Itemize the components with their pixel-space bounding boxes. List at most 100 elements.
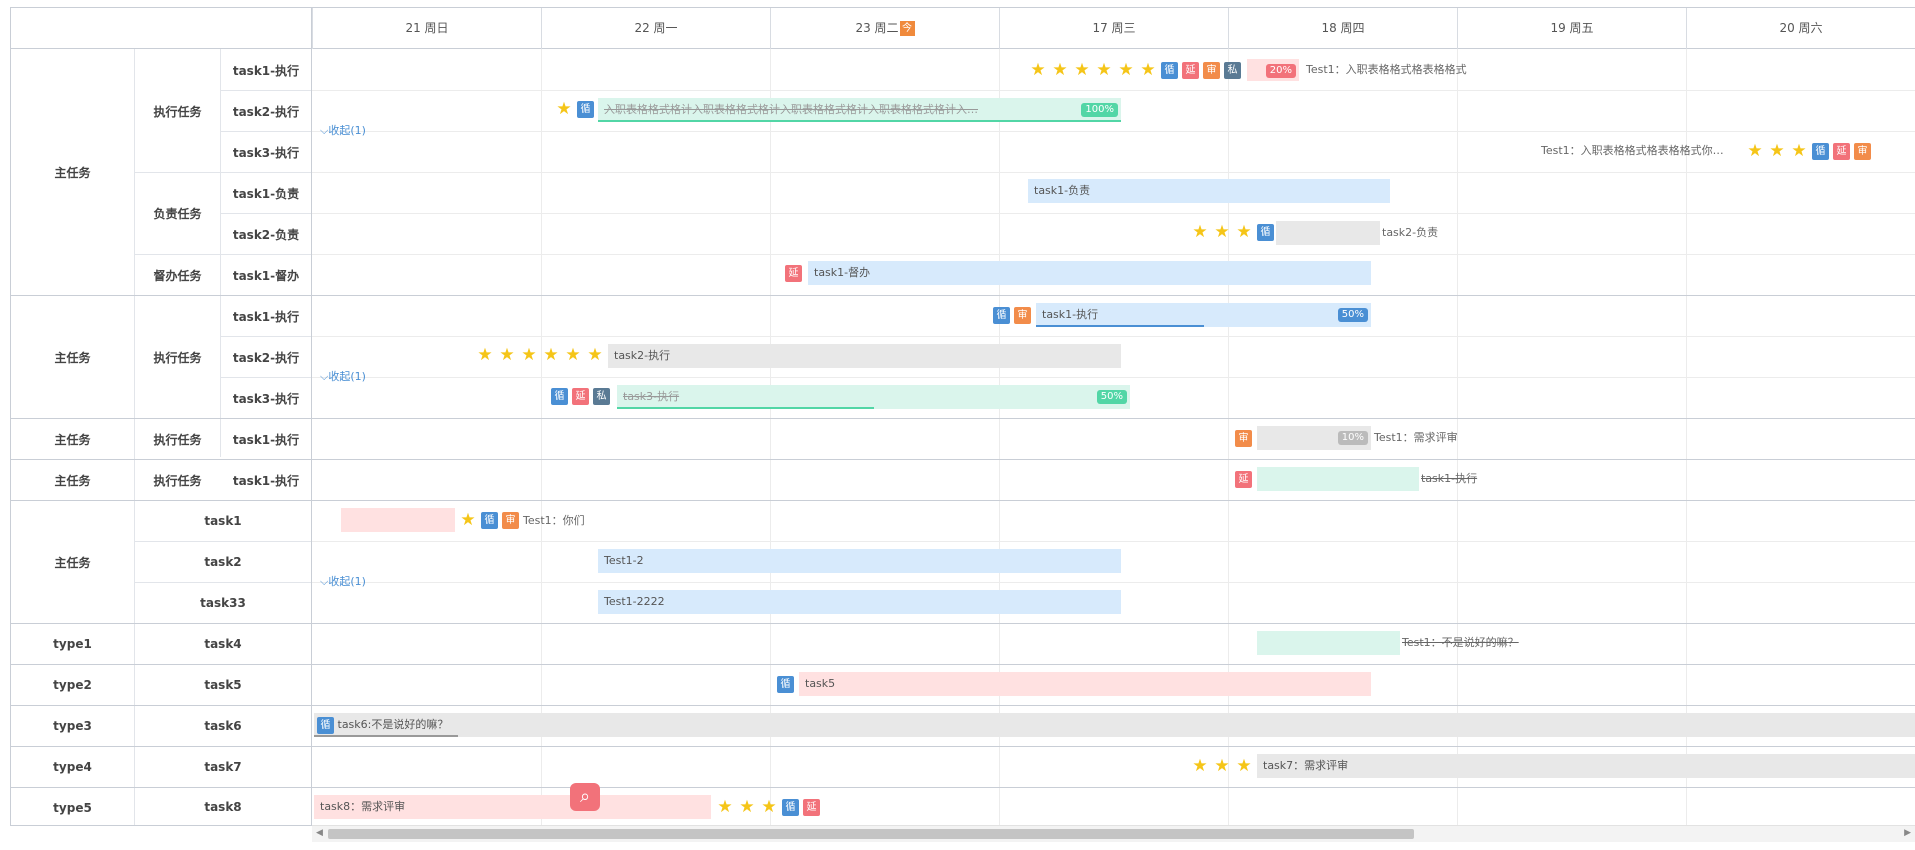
star-icon: ★: [1052, 60, 1068, 80]
task-tags: ★ ★ ★ 循延: [716, 797, 820, 817]
task-title: task2-执行: [614, 349, 671, 362]
task-label: Test1：入职表格格式格表格格式你…: [1541, 144, 1724, 157]
day-header-today: 23 周二今: [770, 8, 999, 49]
group-label: 主任务: [11, 296, 134, 418]
badge-review: 审: [502, 511, 519, 529]
task-label: task3-执行: [221, 132, 311, 172]
day-label: 23 周二: [855, 21, 899, 35]
task-label: task7: [135, 747, 311, 787]
task-title: 入职表格格式格计入职表格格式格计入职表格格式格计入职表格格式格计入…: [604, 103, 978, 116]
task-title: task5: [805, 677, 836, 690]
task-bar[interactable]: task7：需求评审: [1257, 754, 1915, 778]
task-label: task5: [135, 665, 311, 705]
task-bar[interactable]: task3-执行 50%: [617, 385, 1130, 409]
task-bar[interactable]: [1257, 467, 1419, 491]
badge-delayed: 延: [1235, 470, 1252, 488]
group-line: [10, 418, 1915, 419]
task-label: task2-执行: [221, 91, 311, 131]
row-line: [312, 254, 1915, 255]
task-bar[interactable]: task1-负责: [1028, 179, 1390, 203]
task-bar[interactable]: Test1-2: [598, 549, 1121, 573]
task-label: task3-执行: [221, 378, 311, 418]
star-icon: ★: [460, 510, 476, 530]
group-line: [10, 295, 1915, 296]
star-icon: ★: [1214, 756, 1230, 776]
task-title: task1-督办: [814, 266, 871, 279]
badge-recurring: 循: [577, 100, 594, 118]
collapse-label: 收起(1): [328, 124, 366, 137]
type-label: type4: [11, 747, 134, 787]
day-header: 21 周日: [312, 8, 541, 49]
task-label: task4: [135, 624, 311, 664]
task-bar[interactable]: 20%: [1247, 59, 1299, 81]
task-bar[interactable]: task1-督办: [808, 261, 1371, 285]
star-icon: ★: [543, 345, 559, 365]
day-header: 18 周四: [1228, 8, 1457, 49]
progress-percent: 50%: [1337, 308, 1368, 322]
collapse-toggle[interactable]: ⌵收起(1): [320, 124, 366, 138]
grid-line: [1686, 49, 1687, 825]
task-title: task8：需求评审: [320, 800, 406, 813]
row-line: [221, 377, 311, 378]
grid-line: [541, 49, 542, 825]
task-bar[interactable]: 入职表格格式格计入职表格格式格计入职表格格式格计入职表格格式格计入… 100%: [598, 98, 1121, 122]
star-icon: ★: [565, 345, 581, 365]
subgroup-label: 负责任务: [135, 173, 220, 254]
scroll-thumb[interactable]: [328, 829, 1414, 839]
task-title: task1-负责: [1034, 184, 1091, 197]
task-label: task1-督办: [221, 255, 311, 295]
task-label: task1: [135, 501, 311, 541]
task-label: task2-负责: [221, 214, 311, 254]
task-tags: 循审: [993, 305, 1031, 325]
gantt-chart: 21 周日 22 周一 23 周二今 17 周三 18 周四 19 周五 20 …: [10, 7, 1915, 847]
task-title: task1-执行: [1042, 308, 1099, 321]
task-label: task6: [135, 706, 311, 746]
task-label: Test1：需求评审: [1374, 431, 1458, 444]
task-bar[interactable]: task8：需求评审: [314, 795, 711, 819]
group-line: [10, 459, 1915, 460]
task-bar[interactable]: 循 task6:不是说好的嘛？: [314, 713, 1915, 737]
group-label: 主任务: [11, 419, 134, 459]
task-tags: 延: [1235, 469, 1252, 489]
badge-private: 私: [593, 387, 610, 405]
table-border: [311, 49, 312, 825]
task-bar[interactable]: Test1-2222: [598, 590, 1121, 614]
scroll-left-icon[interactable]: ◀: [316, 828, 323, 838]
badge-recurring: 循: [993, 306, 1010, 324]
horizontal-scrollbar[interactable]: ◀ ▶: [312, 825, 1915, 842]
group-line: [10, 664, 1915, 665]
row-line: [312, 172, 1915, 173]
badge-recurring: 循: [782, 798, 799, 816]
task-title: Test1-2222: [604, 595, 665, 608]
badge-delayed: 延: [785, 264, 802, 282]
collapse-toggle[interactable]: ⌵收起(1): [320, 370, 366, 384]
row-line: [221, 90, 311, 91]
task-tags: ★ ★ ★: [1191, 756, 1253, 776]
task-bar[interactable]: task2-执行: [608, 344, 1121, 368]
star-icon: ★: [1140, 60, 1156, 80]
day-header: 19 周五: [1457, 8, 1686, 49]
badge-recurring: 循: [481, 511, 498, 529]
star-icon: ★: [1747, 141, 1763, 161]
search-icon[interactable]: ⌕: [570, 783, 600, 811]
group-line: [10, 787, 1915, 788]
task-title: Test1-2: [604, 554, 644, 567]
collapse-toggle[interactable]: ⌵收起(1): [320, 575, 366, 589]
row-line: [221, 336, 311, 337]
type-label: type5: [11, 788, 134, 828]
star-icon: ★: [1769, 141, 1785, 161]
task-title: task6:不是说好的嘛？: [337, 718, 449, 731]
collapse-label: 收起(1): [328, 370, 366, 383]
task-bar[interactable]: [1276, 221, 1380, 245]
scroll-right-icon[interactable]: ▶: [1904, 828, 1911, 838]
timeline-header: 21 周日 22 周一 23 周二今 17 周三 18 周四 19 周五 20 …: [312, 7, 1915, 49]
row-line: [221, 131, 311, 132]
grid-line: [1228, 49, 1229, 825]
task-bar[interactable]: task1-执行 50%: [1036, 303, 1371, 327]
row-line: [312, 131, 1915, 132]
task-bar[interactable]: [341, 508, 455, 532]
task-bar[interactable]: 10%: [1257, 426, 1371, 450]
task-bar[interactable]: [1257, 631, 1400, 655]
task-bar[interactable]: task5: [799, 672, 1371, 696]
task-label: Test1：不是说好的嘛？: [1402, 636, 1519, 649]
